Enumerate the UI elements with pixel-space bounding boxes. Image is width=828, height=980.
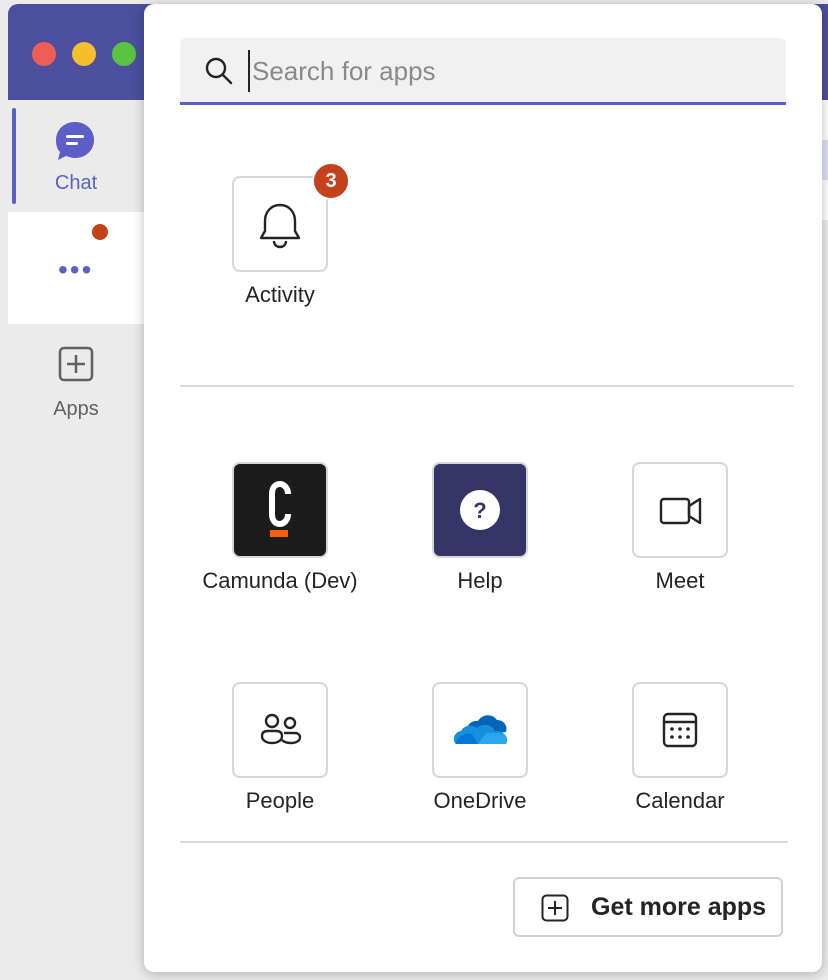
rail-item-label: Chat <box>54 172 98 194</box>
video-camera-icon <box>659 497 702 525</box>
help-question-icon: ? <box>460 490 500 530</box>
svg-text:?: ? <box>473 498 486 523</box>
search-input[interactable] <box>248 50 774 92</box>
app-tile <box>632 462 728 558</box>
app-name: Camunda (Dev) <box>202 568 358 593</box>
app-name: People <box>245 788 315 813</box>
app-tile <box>632 682 728 778</box>
app-name: Calendar <box>635 788 725 813</box>
close-window-button[interactable] <box>32 42 56 66</box>
apps-flyout: 3 Activity Camunda (Dev) ? Help <box>144 4 822 972</box>
app-tile <box>232 682 328 778</box>
app-name: Help <box>457 568 503 593</box>
bell-icon <box>259 203 301 249</box>
add-square-icon <box>58 346 94 382</box>
add-square-icon <box>541 894 569 922</box>
notification-badge: 3 <box>312 162 350 200</box>
divider <box>180 385 794 387</box>
app-search-box <box>180 38 786 105</box>
onedrive-cloud-icon <box>453 715 508 744</box>
rail-item-chat[interactable]: Chat <box>8 100 148 212</box>
calendar-icon <box>662 712 698 748</box>
app-name: OneDrive <box>433 788 527 813</box>
app-tile <box>432 682 528 778</box>
get-more-apps-button[interactable]: Get more apps <box>513 877 783 937</box>
camunda-logo <box>269 480 291 537</box>
people-icon <box>260 713 302 745</box>
search-icon <box>205 57 233 85</box>
rail-item-more-apps[interactable]: ••• <box>8 212 148 324</box>
app-tile <box>232 462 328 558</box>
app-name: Activity <box>245 282 315 307</box>
divider <box>180 841 788 843</box>
app-name: Meet <box>655 568 705 593</box>
more-horizontal-icon: ••• <box>58 254 94 285</box>
zoom-window-button[interactable] <box>112 42 136 66</box>
rail-item-apps[interactable]: Apps <box>8 340 148 430</box>
button-label: Get more apps <box>591 893 767 921</box>
minimize-window-button[interactable] <box>72 42 96 66</box>
chat-icon <box>56 122 94 160</box>
notification-dot <box>92 224 108 240</box>
app-rail: Chat ••• Apps <box>8 100 148 980</box>
app-tile: ? <box>432 462 528 558</box>
rail-item-label: Apps <box>53 398 99 420</box>
